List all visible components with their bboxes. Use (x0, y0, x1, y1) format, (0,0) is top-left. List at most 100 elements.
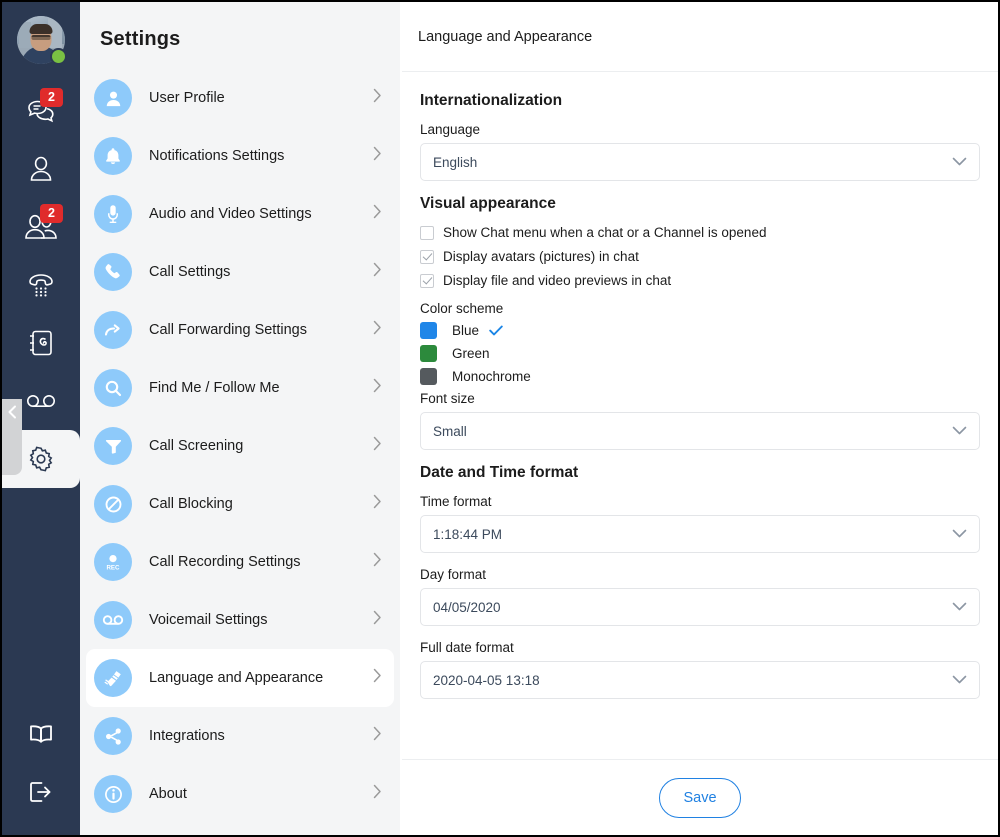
checkbox-display-previews[interactable]: Display file and video previews in chat (420, 273, 980, 288)
time-format-label: Time format (420, 494, 492, 509)
bell-icon (94, 137, 132, 175)
rail-item-logout[interactable] (2, 763, 80, 821)
full-date-format-select[interactable]: 2020-04-05 13:18 (420, 661, 980, 699)
sidebar-item-language-and-appearance[interactable]: Language and Appearance (86, 649, 394, 707)
internationalization-heading: Internationalization (420, 92, 563, 109)
groups-unread-badge: 2 (40, 204, 63, 223)
checkbox-display-avatars[interactable]: Display avatars (pictures) in chat (420, 249, 980, 264)
checkbox-label: Display file and video previews in chat (443, 273, 672, 288)
form-footer: Save (402, 759, 998, 835)
sidebar-item-label: Audio and Video Settings (149, 206, 312, 222)
sidebar-item-voicemail-settings[interactable]: Voicemail Settings (86, 591, 394, 649)
rail-item-address-book[interactable] (2, 314, 80, 372)
record-icon: REC (94, 543, 132, 581)
time-format-select[interactable]: 1:18:44 PM (420, 515, 980, 553)
color-scheme-option-blue[interactable]: Blue (420, 322, 980, 339)
chevron-down-icon (952, 424, 967, 439)
chevron-right-icon (373, 320, 382, 340)
sidebar-item-label: About (149, 786, 187, 802)
chevron-right-icon (373, 610, 382, 630)
checkbox-label: Display avatars (pictures) in chat (443, 249, 639, 264)
chevron-down-icon (952, 527, 967, 542)
share-icon (94, 717, 132, 755)
chevron-right-icon (373, 726, 382, 746)
font-size-select[interactable]: Small (420, 412, 980, 450)
save-button[interactable]: Save (659, 777, 741, 818)
sidebar-item-label: Voicemail Settings (149, 612, 268, 628)
main-content-panel: Language and Appearance Internationaliza… (402, 2, 998, 835)
language-select[interactable]: English (420, 143, 980, 181)
rail-bottom-group (2, 705, 80, 821)
address-book-icon (27, 328, 55, 358)
avatar[interactable] (17, 16, 67, 65)
color-scheme-group: Color scheme Blue Green Monochrome (420, 301, 980, 385)
chevron-right-icon (373, 204, 382, 224)
sidebar-item-call-forwarding-settings[interactable]: Call Forwarding Settings (86, 301, 394, 359)
chevron-down-icon (952, 155, 967, 170)
gear-icon (27, 445, 55, 473)
sidebar-item-call-settings[interactable]: Call Settings (86, 243, 394, 301)
sidebar-item-call-blocking[interactable]: Call Blocking (86, 475, 394, 533)
funnel-icon (94, 427, 132, 465)
font-size-label: Font size (420, 391, 475, 406)
chevron-right-icon (373, 262, 382, 282)
font-size-value: Small (433, 423, 467, 439)
sidebar-item-label: Language and Appearance (149, 670, 324, 686)
sidebar-item-label: Call Screening (149, 438, 244, 454)
brush-icon (94, 659, 132, 697)
microphone-icon (94, 195, 132, 233)
rail-item-groups[interactable]: 2 (2, 198, 80, 256)
sidebar-item-label: Call Settings (149, 264, 231, 280)
main-header-title: Language and Appearance (418, 28, 593, 45)
color-swatch-blue (420, 322, 437, 339)
sidebar-item-call-recording-settings[interactable]: REC Call Recording Settings (86, 533, 394, 591)
language-label: Language (420, 122, 481, 137)
rail-item-dialpad[interactable] (2, 256, 80, 314)
checkbox-box (420, 249, 434, 264)
voicemail-icon (25, 391, 57, 411)
color-swatch-green (420, 345, 437, 362)
color-scheme-option-label: Blue (452, 323, 480, 338)
sidebar-item-notifications-settings[interactable]: Notifications Settings (86, 127, 394, 185)
sidebar-item-label: User Profile (149, 90, 225, 106)
day-format-select[interactable]: 04/05/2020 (420, 588, 980, 626)
color-scheme-label: Color scheme (420, 301, 504, 316)
sidebar-item-call-screening[interactable]: Call Screening (86, 417, 394, 475)
day-format-value: 04/05/2020 (433, 599, 501, 615)
color-swatch-monochrome (420, 368, 437, 385)
sidebar-item-about[interactable]: About (86, 765, 394, 823)
sidebar-item-label: Find Me / Follow Me (149, 380, 280, 396)
language-value: English (433, 154, 478, 170)
page-title: Settings (100, 28, 181, 50)
sidebar-item-integrations[interactable]: Integrations (86, 707, 394, 765)
rail-item-chat[interactable]: 2 (2, 82, 80, 140)
sidebar-item-label: Call Forwarding Settings (149, 322, 307, 338)
phone-icon (94, 253, 132, 291)
visual-appearance-heading: Visual appearance (420, 195, 556, 212)
sidebar-item-audio-video-settings[interactable]: Audio and Video Settings (86, 185, 394, 243)
color-scheme-option-green[interactable]: Green (420, 345, 980, 362)
color-scheme-option-label: Green (452, 346, 490, 361)
person-icon (94, 79, 132, 117)
info-icon (94, 775, 132, 813)
day-format-label: Day format (420, 567, 487, 582)
chevron-right-icon (373, 668, 382, 688)
time-format-value: 1:18:44 PM (433, 526, 503, 542)
rail-item-guide[interactable] (2, 705, 80, 763)
sidebar-item-label: Integrations (149, 728, 225, 744)
block-icon (94, 485, 132, 523)
dialpad-phone-icon (25, 271, 57, 299)
sidebar-item-user-profile[interactable]: User Profile (86, 69, 394, 127)
checkbox-show-chat-menu[interactable]: Show Chat menu when a chat or a Channel … (420, 225, 980, 240)
check-icon (489, 324, 503, 338)
collapse-sidebar-button[interactable] (2, 399, 22, 475)
contact-icon (28, 155, 54, 183)
rail-item-contacts[interactable] (2, 140, 80, 198)
app-window: 2 2 Settings User Profile Notifications … (0, 0, 1000, 837)
color-scheme-option-monochrome[interactable]: Monochrome (420, 368, 980, 385)
chat-unread-badge: 2 (40, 88, 63, 107)
voicemail-icon (94, 601, 132, 639)
checkbox-box (420, 273, 434, 288)
magnifier-icon (94, 369, 132, 407)
sidebar-item-find-me-follow-me[interactable]: Find Me / Follow Me (86, 359, 394, 417)
